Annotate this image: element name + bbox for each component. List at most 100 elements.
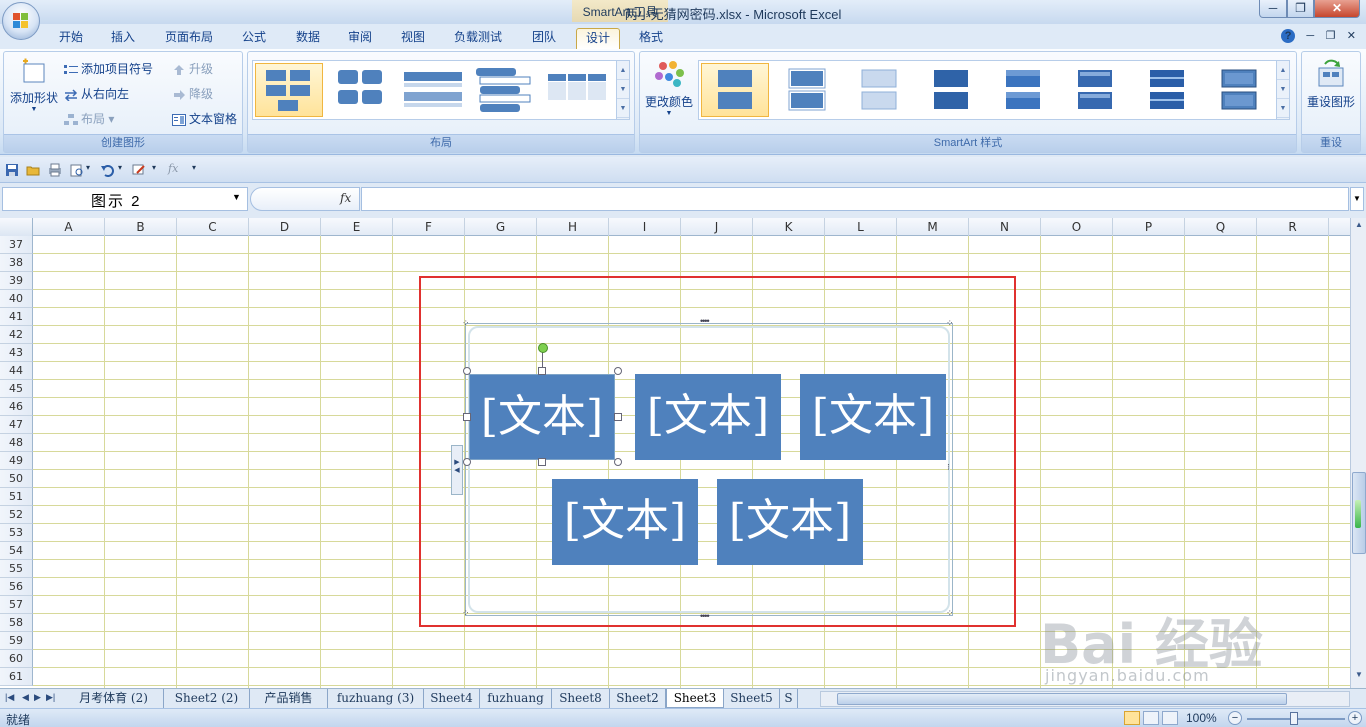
normal-view-icon[interactable] [1124,711,1140,725]
style-option-6[interactable] [1061,63,1129,117]
smartart-node-4[interactable]: [文本] [552,479,698,565]
smartart-node-5[interactable]: [文本] [717,479,863,565]
row-header[interactable]: 40 [0,290,33,308]
format-dropdown-icon[interactable]: ▾ [152,163,156,172]
close-button[interactable]: ✕ [1314,0,1360,18]
resize-handle-bottom-right[interactable] [614,458,622,466]
column-header[interactable]: F [393,218,465,236]
expand-formula-bar-icon[interactable]: ▼ [1350,187,1364,211]
right-to-left-button[interactable]: 从右向左 [64,85,129,103]
sheet-tab[interactable]: Sheet4 [424,689,480,708]
zoom-slider-thumb[interactable] [1290,712,1298,725]
row-header[interactable]: 46 [0,398,33,416]
first-sheet-icon[interactable]: |◀ [5,692,14,703]
row-header[interactable]: 56 [0,578,33,596]
row-header[interactable]: 49 [0,452,33,470]
scroll-down-icon[interactable]: ▼ [1277,80,1289,99]
change-colors-dropdown-icon[interactable]: ▼ [642,110,696,117]
column-header[interactable]: G [465,218,537,236]
tab-formulas[interactable]: 公式 [234,28,274,49]
row-header[interactable]: 55 [0,560,33,578]
undo-dropdown-icon[interactable]: ▾ [118,163,122,172]
more-icon[interactable]: ▼ [617,99,629,118]
layout-option-4[interactable] [471,63,539,117]
sheet-tab[interactable]: Sheet2 [610,689,666,708]
column-header[interactable]: R [1257,218,1329,236]
print-icon[interactable] [48,163,62,177]
prev-sheet-icon[interactable]: ◀ [22,692,29,703]
smartart-node-3[interactable]: [文本] [800,374,946,460]
horizontal-scrollbar[interactable] [820,691,1350,707]
row-header[interactable]: 44 [0,362,33,380]
insert-function-icon[interactable]: fx [168,162,178,175]
column-header[interactable]: I [609,218,681,236]
scroll-up-arrow-icon[interactable]: ▲ [1352,220,1366,234]
tab-view[interactable]: 视图 [393,28,433,49]
resize-handle-bottom[interactable] [538,458,546,466]
text-pane-toggle[interactable]: ▶ ◀ [451,445,463,495]
tab-home[interactable]: 开始 [52,28,90,49]
add-shape-dropdown-icon[interactable]: ▼ [6,106,62,113]
last-sheet-icon[interactable]: ▶| [46,692,55,703]
formula-input[interactable] [361,187,1349,211]
text-pane-button[interactable]: 文本窗格 [172,110,237,128]
promote-button[interactable]: 升级 [172,60,213,78]
sheet-tab[interactable]: Sheet8 [552,689,610,708]
ribbon-close-icon[interactable]: ✕ [1347,29,1356,42]
frame-handle-top-right[interactable]: ⁘ [946,318,953,329]
save-icon[interactable] [5,163,19,177]
format-painter-icon[interactable] [132,163,146,177]
more-icon[interactable]: ▼ [1277,99,1289,118]
layouts-gallery-scroll[interactable]: ▲ ▼ ▼ [616,61,629,119]
next-sheet-icon[interactable]: ▶ [34,692,41,703]
row-header[interactable]: 38 [0,254,33,272]
tab-format[interactable]: 格式 [630,28,672,49]
zoom-in-button[interactable]: + [1348,711,1362,725]
change-colors-button[interactable]: 更改颜色 ▼ [642,56,696,128]
smartart-node-1[interactable]: [文本] [469,374,615,460]
style-option-7[interactable] [1133,63,1201,117]
resize-handle-left[interactable] [463,413,471,421]
tab-design[interactable]: 设计 [576,28,620,49]
row-header[interactable]: 37 [0,236,33,254]
sheet-tab[interactable]: Sheet3 [666,689,724,708]
resize-handle-right[interactable] [614,413,622,421]
sheet-tab[interactable]: fuzhuang [480,689,552,708]
column-header[interactable]: M [897,218,969,236]
column-header[interactable]: D [249,218,321,236]
horizontal-scroll-thumb[interactable] [837,693,1287,705]
style-option-4[interactable] [917,63,985,117]
layout-option-5[interactable] [543,63,611,117]
row-header[interactable]: 59 [0,632,33,650]
tab-data[interactable]: 数据 [288,28,328,49]
row-header[interactable]: 43 [0,344,33,362]
style-option-2[interactable] [773,63,841,117]
print-preview-icon[interactable] [70,163,84,177]
row-header[interactable]: 45 [0,380,33,398]
column-header[interactable]: B [105,218,177,236]
column-header[interactable]: P [1113,218,1185,236]
name-box-dropdown-icon[interactable]: ▼ [232,192,241,202]
smartart-node-2[interactable]: [文本] [635,374,781,460]
row-header[interactable]: 48 [0,434,33,452]
name-box[interactable]: 图示 2 [2,187,248,211]
restore-button[interactable]: ❐ [1287,0,1314,18]
add-bullet-button[interactable]: 添加项目符号 [64,60,153,78]
scroll-up-icon[interactable]: ▲ [617,61,629,80]
sheet-tab[interactable]: 产品销售 [250,689,328,708]
column-header[interactable]: N [969,218,1041,236]
row-header[interactable]: 60 [0,650,33,668]
frame-handle-bottom-right[interactable]: ⁘ [946,608,953,619]
resize-handle-top[interactable] [538,367,546,375]
column-header[interactable]: C [177,218,249,236]
add-shape-button[interactable]: 添加形状 ▼ [6,56,62,128]
column-header[interactable]: K [753,218,825,236]
office-button[interactable] [2,2,40,40]
page-layout-view-icon[interactable] [1143,711,1159,725]
row-header[interactable]: 42 [0,326,33,344]
tab-page-layout[interactable]: 页面布局 [158,28,220,49]
ribbon-minimize-icon[interactable]: ─ [1306,30,1314,42]
layout-button[interactable]: 布局 ▾ [64,110,114,128]
row-header[interactable]: 51 [0,488,33,506]
minimize-button[interactable]: ─ [1259,0,1287,18]
